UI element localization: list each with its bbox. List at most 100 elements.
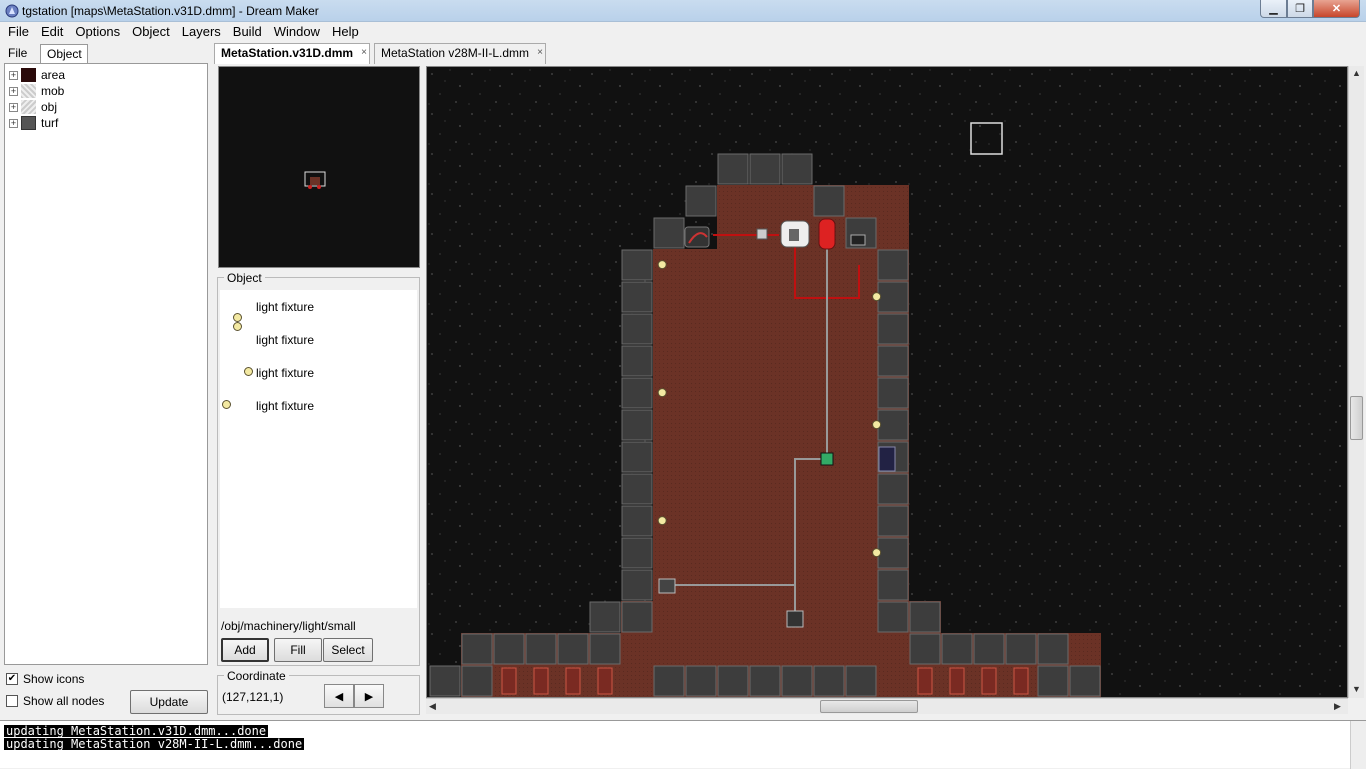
object-item-light-fixture[interactable]: light fixture [256, 366, 314, 380]
minimap-shuttle [310, 177, 320, 185]
wall-tile [781, 665, 813, 697]
scroll-left-icon[interactable]: ◀ [429, 701, 436, 712]
tab-metastation-v28m[interactable]: MetaStation v28M-II-L.dmm × [374, 43, 546, 64]
coordinate-value: (127,121,1) [222, 690, 284, 704]
show-all-nodes-checkbox[interactable]: Show all nodes [6, 693, 104, 709]
minimap-marker [317, 185, 321, 189]
menu-file[interactable]: File [2, 22, 35, 42]
wall-tile [621, 473, 653, 505]
turf-icon [21, 116, 36, 130]
minimap[interactable] [218, 66, 420, 268]
wall-tile [429, 665, 461, 697]
wall-tile [813, 665, 845, 697]
object-item-light-fixture[interactable]: light fixture [256, 333, 314, 347]
tree-node-turf[interactable]: + turf [9, 115, 58, 131]
update-button[interactable]: Update [130, 690, 208, 714]
wall-tile [845, 665, 877, 697]
map-viewport[interactable] [426, 66, 1348, 698]
wall-tile [653, 665, 685, 697]
close-tab-icon[interactable]: × [361, 44, 367, 62]
wall-tile [621, 313, 653, 345]
machine-icon [684, 226, 710, 248]
menu-bar: File Edit Options Object Layers Build Wi… [0, 22, 1366, 42]
expand-icon[interactable]: + [9, 70, 18, 80]
horizontal-scrollbar[interactable]: ◀ ▶ [426, 698, 1348, 714]
wall-tile [877, 601, 909, 633]
scroll-right-icon[interactable]: ▶ [1334, 701, 1341, 712]
output-console[interactable]: updating MetaStation.v31D.dmm...done upd… [0, 720, 1366, 769]
tab-object[interactable]: Object [40, 44, 88, 64]
maximize-button[interactable]: ❐ [1287, 0, 1313, 18]
tab-metastation-v31d[interactable]: MetaStation.v31D.dmm × [214, 43, 370, 64]
menu-window[interactable]: Window [268, 22, 326, 42]
object-item-light-fixture[interactable]: light fixture [256, 300, 314, 314]
wall-tile [781, 153, 813, 185]
tree-node-area[interactable]: + area [9, 67, 65, 83]
light-fixture-icon [233, 322, 242, 331]
wall-tile [973, 633, 1005, 665]
title-bar: tgstation [maps\MetaStation.v31D.dmm] - … [0, 0, 1366, 22]
wall-tile [525, 633, 557, 665]
scroll-up-icon[interactable]: ▲ [1352, 68, 1361, 78]
obj-icon [21, 100, 36, 114]
tab-file[interactable]: File [2, 44, 36, 64]
wall-tile [717, 153, 749, 185]
light-fixture-icon [657, 388, 667, 398]
next-arrow-button[interactable]: ▶ [354, 684, 384, 708]
horizontal-scroll-thumb[interactable] [820, 700, 918, 713]
expand-icon[interactable]: + [9, 102, 18, 112]
wall-tile [877, 249, 909, 281]
wall-tile [685, 185, 717, 217]
add-button[interactable]: Add [221, 638, 269, 662]
object-list[interactable]: light fixture light fixture light fixtur… [220, 290, 417, 608]
wall-tile [461, 665, 493, 697]
tree-node-obj[interactable]: + obj [9, 99, 57, 115]
output-scrollbar[interactable] [1350, 721, 1366, 769]
wall-tile [653, 217, 685, 249]
wall-tile [1037, 633, 1069, 665]
wall-tile [909, 633, 941, 665]
tree-node-mob[interactable]: + mob [9, 83, 64, 99]
airlock-door-icon [949, 667, 965, 695]
light-fixture-icon [657, 260, 667, 270]
wall-tile [877, 281, 909, 313]
map-canvas[interactable] [427, 67, 1348, 698]
checkbox-unchecked-icon[interactable] [6, 695, 18, 707]
vertical-scroll-thumb[interactable] [1350, 396, 1363, 440]
wall-tile [621, 505, 653, 537]
checkbox-checked-icon[interactable]: ✔ [6, 673, 18, 685]
previous-arrow-button[interactable]: ◀ [324, 684, 354, 708]
menu-build[interactable]: Build [227, 22, 268, 42]
output-line: updating MetaStation v28M-II-L.dmm...don… [4, 737, 305, 751]
menu-options[interactable]: Options [69, 22, 126, 42]
tree-label: turf [41, 116, 59, 130]
vent-icon [756, 228, 768, 240]
wall-tile [749, 153, 781, 185]
expand-icon[interactable]: + [9, 118, 18, 128]
wall-tile [1037, 665, 1069, 697]
minimize-button[interactable]: ▁ [1260, 0, 1287, 18]
wall-tile [877, 537, 909, 569]
show-all-nodes-label: Show all nodes [23, 694, 105, 708]
select-button[interactable]: Select [323, 638, 373, 662]
menu-object[interactable]: Object [126, 22, 176, 42]
scroll-down-icon[interactable]: ▼ [1352, 684, 1361, 694]
expand-icon[interactable]: + [9, 86, 18, 96]
close-tab-icon[interactable]: × [537, 44, 543, 62]
window-title: tgstation [maps\MetaStation.v31D.dmm] - … [22, 4, 319, 18]
menu-edit[interactable]: Edit [35, 22, 69, 42]
airlock-door-icon [1013, 667, 1029, 695]
wall-tile [877, 569, 909, 601]
close-button[interactable]: ✕ [1313, 0, 1360, 18]
wall-tile [621, 569, 653, 601]
menu-help[interactable]: Help [326, 22, 365, 42]
object-item-light-fixture[interactable]: light fixture [256, 399, 314, 413]
wall-tile [1069, 665, 1101, 697]
vertical-scrollbar[interactable]: ▲ ▼ [1348, 66, 1364, 698]
minimap-canvas [304, 171, 326, 189]
floor-tile [717, 185, 909, 249]
menu-layers[interactable]: Layers [176, 22, 227, 42]
light-fixture-icon [244, 367, 253, 376]
fill-button[interactable]: Fill [274, 638, 322, 662]
show-icons-checkbox[interactable]: ✔ Show icons [6, 671, 84, 687]
